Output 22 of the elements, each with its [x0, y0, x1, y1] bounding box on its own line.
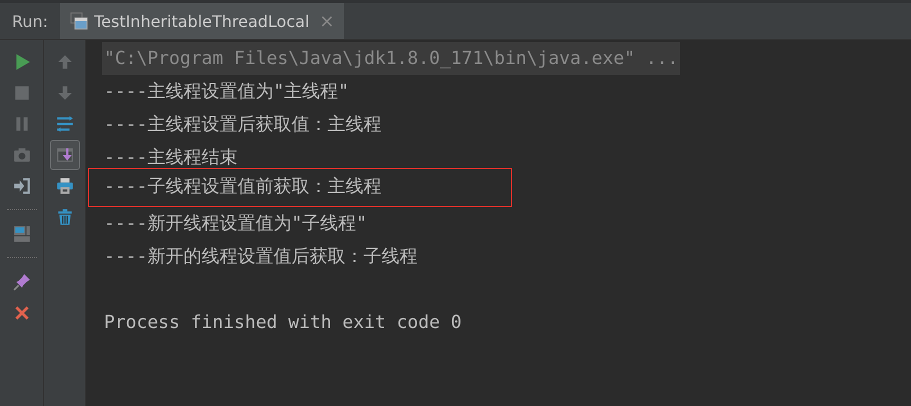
console-line: ----新开的线程设置值后获取：子线程 [103, 245, 418, 269]
stop-icon [12, 84, 30, 102]
trash-icon [56, 208, 74, 226]
console-line: ----主线程设置值为"主线程" [103, 80, 350, 104]
down-arrow-icon [56, 84, 74, 102]
console-line: ----主线程设置后获取值：主线程 [103, 113, 382, 137]
scroll-to-end-button[interactable] [50, 140, 80, 170]
scroll-to-end-icon [56, 146, 74, 164]
console-line: ----主线程结束 [103, 146, 238, 170]
run-label: Run: [11, 10, 50, 32]
close-icon [12, 304, 30, 322]
up-arrow-icon [56, 53, 74, 71]
camera-icon [12, 146, 30, 164]
soft-wrap-icon [56, 115, 74, 133]
print-icon [56, 177, 74, 195]
run-tab[interactable]: TestInheritableThreadLocal × [60, 3, 344, 39]
pin-icon [12, 273, 30, 291]
enter-arrow-icon [12, 177, 30, 195]
layout-icon [12, 225, 30, 243]
window-icon [70, 12, 88, 30]
console-line: Process finished with exit code 0 [103, 311, 463, 335]
console-line: ----新开线程设置值为"子线程" [103, 212, 368, 236]
